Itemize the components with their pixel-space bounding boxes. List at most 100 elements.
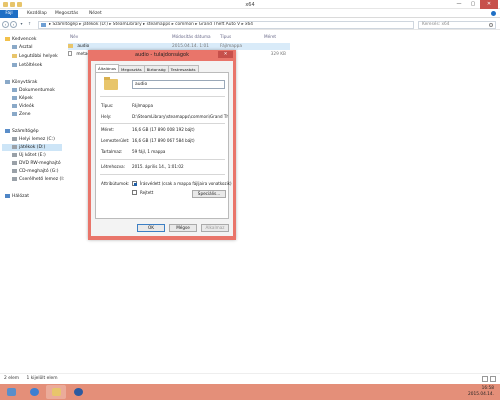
search-input[interactable]: Keresés: x64 xyxy=(418,21,496,29)
taskbar-explorer[interactable] xyxy=(46,385,66,399)
address-bar[interactable]: ▸ Számítógép ▸ játékok (D:) ▸ SteamLibra… xyxy=(38,21,414,29)
type-value: Fájlmappa xyxy=(132,103,153,108)
navigation-pane: Kedvencek Asztal Legutóbbi helyek Letölt… xyxy=(0,31,66,373)
nav-dvd-drive[interactable]: DVD RW-meghajtó xyxy=(12,160,61,167)
created-label: Létrehozva: xyxy=(101,164,126,169)
properties-dialog: audio - tulajdonságok ✕ Általános Megosz… xyxy=(88,50,236,240)
downloads-icon xyxy=(12,62,17,67)
created-value: 2015. április 14., 1:01:02 xyxy=(132,164,184,169)
taskbar-app[interactable] xyxy=(68,385,88,399)
separator xyxy=(100,96,225,97)
nav-videos[interactable]: Videók xyxy=(12,103,34,110)
arrow-left-icon[interactable]: ‹ xyxy=(2,21,9,28)
help-icon[interactable] xyxy=(491,11,496,16)
folder-icon xyxy=(68,43,73,48)
separator xyxy=(100,174,225,175)
documents-icon xyxy=(12,87,17,92)
cd-icon xyxy=(12,168,17,173)
tab-general[interactable]: Általános xyxy=(95,64,119,72)
file-row-audio[interactable]: audio 2015.04.14. 1:01 Fájlmappa xyxy=(68,43,290,50)
location-value: D:\SteamLibrary\steamapps\common\Grand T… xyxy=(132,114,228,119)
dialog-title: audio - tulajdonságok xyxy=(134,52,189,58)
nav-drive-e[interactable]: Új kötet (E:) xyxy=(12,152,46,159)
tab-share[interactable]: Megosztás xyxy=(50,10,83,18)
star-icon xyxy=(5,36,10,41)
network-icon xyxy=(5,193,10,198)
tab-security[interactable]: Biztonság xyxy=(143,65,169,72)
nav-music[interactable]: Zene xyxy=(12,111,30,118)
size-value: 16,6 GB (17 890 008 192 bájt) xyxy=(132,127,195,132)
tab-file[interactable]: Fájl xyxy=(0,10,18,18)
nav-network[interactable]: Hálózat xyxy=(5,193,29,200)
nav-documents[interactable]: Dokumentumok xyxy=(12,87,55,94)
windows-logo-icon xyxy=(7,388,16,396)
recent-places-icon xyxy=(12,53,17,58)
nav-downloads[interactable]: Letöltések xyxy=(12,62,42,69)
minimize-button[interactable]: — xyxy=(452,0,466,9)
nav-drive-d[interactable]: játékok (D:) xyxy=(2,144,62,151)
nav-pictures[interactable]: Képek xyxy=(12,95,33,102)
search-placeholder: Keresés: x64 xyxy=(422,22,450,27)
ribbon-tabs: Fájl Kezdőlap Megosztás Nézet xyxy=(0,9,500,18)
separator xyxy=(100,159,225,160)
location-label: Hely: xyxy=(101,114,112,119)
start-button[interactable] xyxy=(1,385,21,399)
dialog-close-button[interactable]: ✕ xyxy=(218,51,233,58)
chevron-down-icon[interactable]: ▾ xyxy=(18,21,25,28)
nav-libraries[interactable]: Könyvtárak xyxy=(5,79,37,86)
internet-explorer-icon xyxy=(30,388,39,396)
library-icon xyxy=(5,79,10,84)
computer-icon xyxy=(5,128,10,133)
hidden-checkbox[interactable] xyxy=(132,190,137,195)
size-label: Méret: xyxy=(101,127,115,132)
maximize-button[interactable]: ▢ xyxy=(466,0,480,9)
readonly-checkbox[interactable] xyxy=(132,181,137,186)
window-title: x64 xyxy=(245,1,255,8)
contains-value: 59 fájl, 1 mappa xyxy=(132,149,166,154)
videos-icon xyxy=(12,103,17,108)
tab-sharing[interactable]: Megosztás xyxy=(118,65,145,72)
arrow-up-icon[interactable]: ↑ xyxy=(26,21,33,28)
nav-drive-c[interactable]: Helyi lemez (C:) xyxy=(12,136,55,143)
close-window-button[interactable]: ✕ xyxy=(480,0,498,9)
column-header-type[interactable]: Típus xyxy=(220,33,231,41)
search-icon[interactable] xyxy=(489,23,493,27)
arrow-right-icon[interactable]: › xyxy=(10,21,17,28)
large-icons-view-icon[interactable] xyxy=(490,376,496,382)
nav-computer[interactable]: Számítógép xyxy=(5,128,39,135)
type-label: Típus: xyxy=(101,103,114,108)
nav-removable-drive[interactable]: Cserélhető lemez (I:) xyxy=(12,176,66,183)
clock[interactable]: 16:58 2015.04.14. xyxy=(468,386,494,398)
cancel-button[interactable]: Mégse xyxy=(169,224,197,232)
folder-name-input[interactable]: audio xyxy=(132,80,225,89)
address-path: ▸ Számítógép ▸ játékok (D:) ▸ SteamLibra… xyxy=(49,22,253,27)
separator xyxy=(100,123,225,124)
app-icon xyxy=(74,388,83,396)
column-header-date[interactable]: Módosítás dátuma xyxy=(172,33,211,41)
clock-date: 2015.04.14. xyxy=(468,392,494,397)
dialog-tabs: Általános Megosztás Biztonság Testreszab… xyxy=(95,64,199,72)
advanced-button[interactable]: Speciális... xyxy=(192,190,226,198)
column-header-size[interactable]: Méret xyxy=(264,33,276,41)
nav-cd-drive[interactable]: CD-meghajtó (G:) xyxy=(12,168,59,175)
drive-icon xyxy=(12,136,17,141)
nav-recent-places[interactable]: Legutóbbi helyek xyxy=(12,53,58,60)
apply-button[interactable]: Alkalmaz xyxy=(201,224,229,232)
system-tray: 16:58 2015.04.14. xyxy=(376,385,496,399)
tab-view[interactable]: Nézet xyxy=(84,10,107,18)
details-view-icon[interactable] xyxy=(482,376,488,382)
hidden-label: Rejtett xyxy=(140,190,154,195)
nav-favorites[interactable]: Kedvencek xyxy=(5,36,36,43)
taskbar-ie[interactable] xyxy=(24,385,44,399)
nav-desktop[interactable]: Asztal xyxy=(12,44,33,51)
folder-icon xyxy=(104,77,118,90)
disk-size-label: Lemezterület: xyxy=(101,138,130,143)
ok-button[interactable]: OK xyxy=(137,224,165,232)
selected-count: 1 kijelölt elem xyxy=(26,376,58,381)
tab-customize[interactable]: Testreszabás xyxy=(167,65,199,72)
attributes-label: Attribútumok: xyxy=(101,181,130,186)
tab-home[interactable]: Kezdőlap xyxy=(22,10,52,18)
column-header-name[interactable]: Név xyxy=(70,33,78,41)
address-row: ‹ › ▾ ↑ ▸ Számítógép ▸ játékok (D:) ▸ St… xyxy=(0,19,500,30)
computer-icon xyxy=(41,23,46,27)
